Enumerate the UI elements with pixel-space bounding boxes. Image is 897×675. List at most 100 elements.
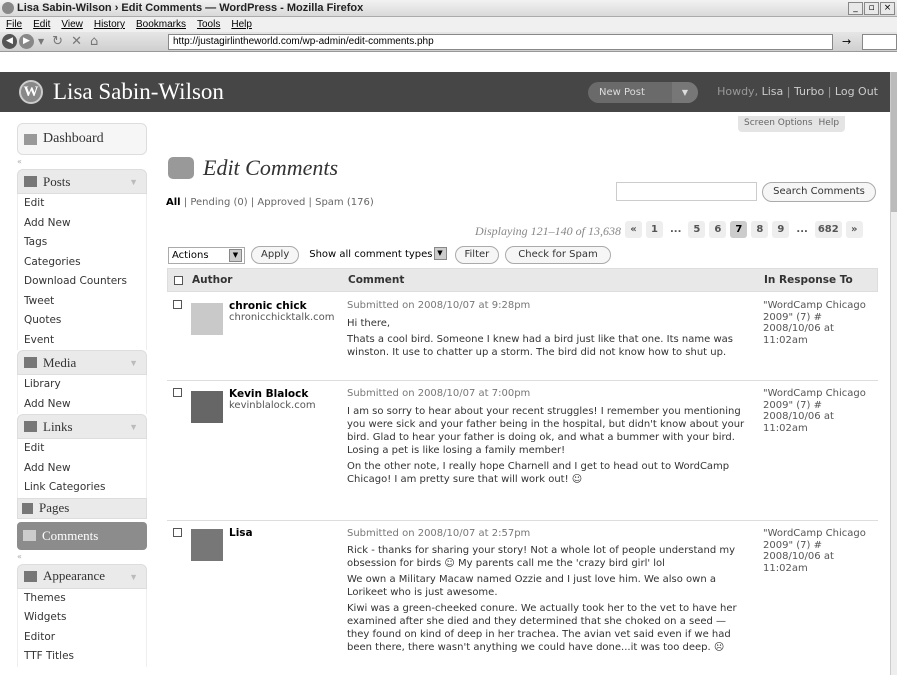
comment-author[interactable]: chronic chick	[229, 300, 307, 312]
chevron-down-icon[interactable]: ▼	[129, 422, 138, 432]
logout-link[interactable]: Log Out	[835, 85, 878, 98]
response-link[interactable]: "WordCamp Chicago 2009" (7) # 2008/10/06…	[763, 388, 873, 434]
comment-type-select[interactable]: Show all comment types ▼	[309, 246, 447, 264]
sidebar-item-pages[interactable]: Pages	[17, 497, 147, 519]
search-input[interactable]	[616, 182, 757, 201]
browser-search-box[interactable]	[862, 34, 897, 50]
comment-author[interactable]: Kevin Blalock	[229, 388, 308, 400]
menu-edit[interactable]: Edit	[33, 19, 50, 30]
response-link[interactable]: "WordCamp Chicago 2009" (7) # 2008/10/06…	[763, 300, 873, 346]
home-icon[interactable]: ⌂	[90, 34, 98, 49]
apply-button[interactable]: Apply	[251, 246, 300, 264]
sidebar-item-links-edit[interactable]: Edit	[18, 439, 146, 459]
reload-icon[interactable]: ↻	[52, 34, 63, 49]
comment-paragraph: Thats a cool bird. Someone I knew had a …	[347, 334, 733, 358]
help-button[interactable]: Help	[819, 118, 840, 130]
comments-table: Author Comment In Response To chronic ch…	[167, 268, 878, 675]
menu-tools[interactable]: Tools	[197, 19, 220, 30]
menu-view[interactable]: View	[61, 19, 83, 30]
select-all-checkbox[interactable]	[174, 276, 183, 285]
sidebar-separator: «	[17, 551, 22, 561]
row-checkbox[interactable]	[173, 528, 182, 537]
response-link[interactable]: "WordCamp Chicago 2009" (7) # 2008/10/06…	[763, 528, 873, 574]
close-window-button[interactable]: ×	[880, 2, 895, 15]
page-link[interactable]: 8	[751, 221, 769, 238]
sidebar-item-quotes[interactable]: Quotes	[18, 311, 146, 331]
page-first-link[interactable]: «	[625, 221, 642, 238]
history-dropdown-icon[interactable]: ▼	[38, 37, 44, 46]
status-approved-link[interactable]: Approved	[257, 197, 305, 208]
chevron-down-icon[interactable]: ▼	[129, 358, 138, 368]
page-link[interactable]: 682	[814, 221, 842, 238]
chevron-down-icon[interactable]: ▼	[129, 572, 138, 582]
sidebar-item-tags[interactable]: Tags	[18, 233, 146, 253]
comment-author[interactable]: Lisa	[229, 527, 253, 539]
page-next-link[interactable]: »	[845, 221, 863, 238]
chevron-down-icon[interactable]: ▼	[672, 82, 698, 103]
sidebar-item-library[interactable]: Library	[18, 375, 146, 395]
sidebar-item-tweet[interactable]: Tweet	[18, 291, 146, 311]
menu-file[interactable]: File	[6, 19, 22, 30]
sidebar-item-categories[interactable]: Categories	[18, 252, 146, 272]
column-author[interactable]: Author	[192, 274, 233, 286]
author-url[interactable]: chronicchicktalk.com	[229, 312, 335, 323]
sidebar-item-ttf-titles[interactable]: TTF Titles	[18, 647, 146, 667]
search-comments-button[interactable]: Search Comments	[762, 182, 876, 202]
sidebar-section-appearance[interactable]: Appearance ▼	[17, 563, 147, 589]
new-post-button[interactable]: New Post ▼	[588, 82, 698, 103]
sidebar-item-posts-edit[interactable]: Edit	[18, 194, 146, 214]
menu-help[interactable]: Help	[231, 19, 252, 30]
turbo-link[interactable]: Turbo	[794, 85, 824, 98]
appearance-icon	[24, 570, 37, 582]
status-all-link[interactable]: All	[166, 197, 181, 208]
bulk-actions-select[interactable]: Actions ▼	[168, 246, 245, 264]
sidebar-item-posts-add-new[interactable]: Add New	[18, 213, 146, 233]
page-link[interactable]: 1	[646, 221, 663, 238]
chevron-down-icon[interactable]: ▼	[129, 177, 138, 187]
row-checkbox[interactable]	[173, 300, 182, 309]
forward-button[interactable]: ▶	[19, 34, 34, 49]
sidebar-section-media[interactable]: Media ▼	[17, 350, 147, 375]
submitted-date[interactable]: Submitted on 2008/10/07 at 7:00pm	[347, 388, 530, 399]
sidebar-item-comments[interactable]: Comments	[17, 521, 147, 550]
page-link[interactable]: 5	[688, 221, 706, 238]
check-spam-button[interactable]: Check for Spam	[505, 246, 611, 264]
sidebar-item-links-add-new[interactable]: Add New	[18, 458, 146, 478]
status-spam-link[interactable]: Spam (176)	[315, 197, 374, 208]
sidebar-item-media-add-new[interactable]: Add New	[18, 394, 146, 414]
sidebar-item-widgets[interactable]: Widgets	[18, 608, 146, 628]
go-arrow-icon[interactable]: →	[842, 35, 851, 48]
sidebar-item-dashboard[interactable]: Dashboard	[17, 123, 147, 155]
sidebar-item-event[interactable]: Event	[18, 330, 146, 350]
author-url[interactable]: kevinblalock.com	[229, 400, 316, 411]
menu-bookmarks[interactable]: Bookmarks	[136, 19, 186, 30]
site-title[interactable]: Lisa Sabin-Wilson	[53, 79, 224, 105]
sidebar-section-posts[interactable]: Posts ▼	[17, 169, 147, 194]
back-button[interactable]: ◀	[2, 34, 17, 49]
scrollbar-thumb[interactable]	[891, 72, 897, 212]
address-bar[interactable]: http://justagirlintheworld.com/wp-admin/…	[168, 34, 833, 50]
avatar	[191, 529, 223, 561]
sidebar-item-download-counters[interactable]: Download Counters	[18, 272, 146, 292]
row-checkbox[interactable]	[173, 388, 182, 397]
maximize-button[interactable]: ▫	[864, 2, 879, 15]
page-link[interactable]: 6	[709, 221, 727, 238]
screen-options-button[interactable]: Screen Options	[744, 118, 813, 130]
stop-icon[interactable]: ✕	[71, 34, 82, 49]
table-header: Author Comment In Response To	[167, 268, 878, 292]
submitted-date[interactable]: Submitted on 2008/10/07 at 9:28pm	[347, 300, 530, 311]
sidebar-section-links[interactable]: Links ▼	[17, 414, 147, 439]
minimize-button[interactable]: _	[848, 2, 863, 15]
status-pending-link[interactable]: Pending (0)	[190, 197, 247, 208]
posts-icon	[24, 176, 37, 187]
filter-button[interactable]: Filter	[454, 246, 500, 264]
menu-history[interactable]: History	[94, 19, 125, 30]
submitted-date[interactable]: Submitted on 2008/10/07 at 2:57pm	[347, 528, 530, 539]
sidebar-item-editor[interactable]: Editor	[18, 627, 146, 647]
sidebar-item-themes[interactable]: Themes	[18, 588, 146, 608]
wordpress-logo-icon[interactable]: W	[19, 80, 43, 104]
vertical-scrollbar[interactable]	[890, 72, 897, 675]
user-name-link[interactable]: Lisa	[762, 85, 784, 98]
sidebar-item-link-categories[interactable]: Link Categories	[18, 478, 146, 498]
page-link[interactable]: 9	[772, 221, 790, 238]
